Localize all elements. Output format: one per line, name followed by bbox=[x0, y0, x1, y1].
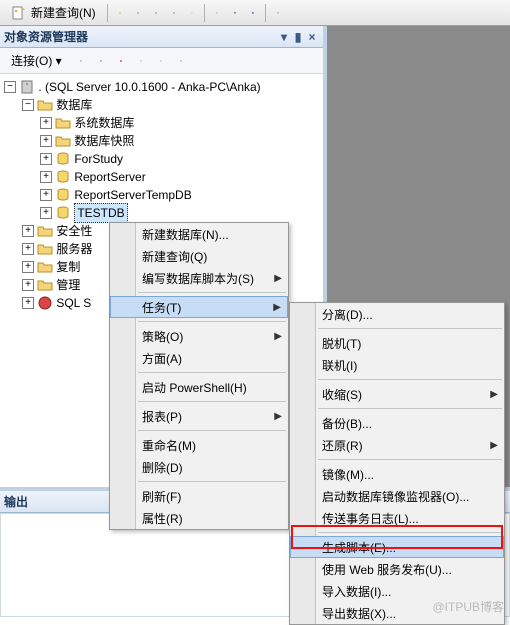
mi-detach[interactable]: 分离(D)... bbox=[290, 303, 504, 325]
object-explorer-title-bar: 对象资源管理器 ▾ ▮ × bbox=[0, 26, 323, 48]
collapse-icon[interactable]: − bbox=[22, 99, 34, 111]
mi-generate-scripts[interactable]: 生成脚本(E)... bbox=[290, 536, 504, 558]
mi-facets[interactable]: 方面(A) bbox=[110, 347, 288, 369]
chevron-right-icon: ▶ bbox=[490, 440, 498, 451]
databases-node[interactable]: − 数据库 bbox=[0, 96, 323, 114]
main-toolbar: 新建查询(N) bbox=[0, 0, 510, 26]
expand-icon[interactable]: + bbox=[22, 279, 34, 291]
expand-icon[interactable]: + bbox=[22, 297, 34, 309]
new-query-button[interactable]: 新建查询(N) bbox=[4, 1, 103, 24]
folder-icon bbox=[37, 223, 53, 239]
folder-icon bbox=[55, 133, 71, 149]
filter-icon[interactable] bbox=[133, 53, 149, 69]
database-icon bbox=[55, 205, 71, 221]
server-node[interactable]: − . (SQL Server 10.0.1600 - Anka-PC\Anka… bbox=[0, 78, 323, 96]
snapshots-node[interactable]: + 数据库快照 bbox=[0, 132, 323, 150]
doc-icon[interactable] bbox=[184, 5, 200, 21]
open-folder-icon[interactable] bbox=[209, 5, 225, 21]
mi-ship-logs[interactable]: 传送事务日志(L)... bbox=[290, 507, 504, 529]
mi-refresh[interactable]: 刷新(F) bbox=[110, 485, 288, 507]
object-explorer-title: 对象资源管理器 bbox=[4, 28, 88, 45]
server-icon bbox=[19, 79, 35, 95]
mi-properties[interactable]: 属性(R) bbox=[110, 507, 288, 529]
mi-new-database[interactable]: 新建数据库(N)... bbox=[110, 223, 288, 245]
folder-icon bbox=[55, 115, 71, 131]
chevron-right-icon: ▶ bbox=[274, 331, 282, 342]
mi-mirror[interactable]: 镜像(M)... bbox=[290, 463, 504, 485]
expand-icon[interactable]: + bbox=[22, 261, 34, 273]
registered-servers-icon[interactable] bbox=[173, 53, 189, 69]
watermark: @ITPUB博客 bbox=[432, 598, 504, 615]
expand-icon[interactable]: + bbox=[22, 243, 34, 255]
chevron-right-icon: ▶ bbox=[274, 411, 282, 422]
forstudy-node[interactable]: + ForStudy bbox=[0, 150, 323, 168]
refresh-icon[interactable] bbox=[153, 53, 169, 69]
connect-server-icon[interactable] bbox=[73, 53, 89, 69]
mi-backup[interactable]: 备份(B)... bbox=[290, 412, 504, 434]
database-icon bbox=[55, 187, 71, 203]
folder-icon bbox=[37, 259, 53, 275]
agent-icon bbox=[37, 295, 53, 311]
cube-blue-icon[interactable] bbox=[148, 5, 164, 21]
folder-icon bbox=[37, 277, 53, 293]
sparkle-doc-icon bbox=[11, 5, 27, 21]
mi-delete[interactable]: 删除(D) bbox=[110, 456, 288, 478]
activity-monitor-icon[interactable] bbox=[270, 5, 286, 21]
chevron-right-icon: ▶ bbox=[273, 302, 281, 313]
folder-icon bbox=[37, 97, 53, 113]
mi-new-query[interactable]: 新建查询(Q) bbox=[110, 245, 288, 267]
reportservertemp-node[interactable]: + ReportServerTempDB bbox=[0, 186, 323, 204]
chevron-right-icon: ▶ bbox=[274, 273, 282, 284]
save-icon[interactable] bbox=[227, 5, 243, 21]
expand-icon[interactable]: + bbox=[40, 189, 52, 201]
database-icon bbox=[55, 169, 71, 185]
mi-reports[interactable]: 报表(P)▶ bbox=[110, 405, 288, 427]
save-all-icon[interactable] bbox=[245, 5, 261, 21]
collapse-icon[interactable]: − bbox=[4, 81, 16, 93]
sysdb-node[interactable]: + 系统数据库 bbox=[0, 114, 323, 132]
disconnect-icon[interactable] bbox=[93, 53, 109, 69]
pin-icon[interactable]: ▮ bbox=[291, 30, 305, 44]
mi-rename[interactable]: 重命名(M) bbox=[110, 434, 288, 456]
dropdown-icon[interactable]: ▾ bbox=[277, 30, 291, 44]
mi-powershell[interactable]: 启动 PowerShell(H) bbox=[110, 376, 288, 398]
expand-icon[interactable]: + bbox=[40, 153, 52, 165]
mi-publish-web[interactable]: 使用 Web 服务发布(U)... bbox=[290, 558, 504, 580]
mi-script-db-as[interactable]: 编写数据库脚本为(S)▶ bbox=[110, 267, 288, 289]
cube-purple-icon[interactable] bbox=[166, 5, 182, 21]
database-icon bbox=[55, 151, 71, 167]
connect-button[interactable]: 连接(O) ▾ bbox=[4, 49, 69, 72]
expand-icon[interactable]: + bbox=[40, 135, 52, 147]
chevron-right-icon: ▶ bbox=[490, 389, 498, 400]
mi-policies[interactable]: 策略(O)▶ bbox=[110, 325, 288, 347]
folder-icon bbox=[37, 241, 53, 257]
expand-icon[interactable]: + bbox=[40, 207, 52, 219]
expand-icon[interactable]: + bbox=[40, 171, 52, 183]
tasks-submenu: 分离(D)... 脱机(T) 联机(I) 收缩(S)▶ 备份(B)... 还原(… bbox=[289, 302, 505, 625]
reportserver-node[interactable]: + ReportServer bbox=[0, 168, 323, 186]
output-title: 输出 bbox=[4, 493, 28, 510]
new-query-label: 新建查询(N) bbox=[31, 4, 96, 21]
expand-icon[interactable]: + bbox=[22, 225, 34, 237]
expand-icon[interactable]: + bbox=[40, 117, 52, 129]
mi-offline[interactable]: 脱机(T) bbox=[290, 332, 504, 354]
mi-launch-monitor[interactable]: 启动数据库镜像监视器(O)... bbox=[290, 485, 504, 507]
cube-green-icon[interactable] bbox=[130, 5, 146, 21]
stop-icon[interactable] bbox=[113, 53, 129, 69]
close-icon[interactable]: × bbox=[305, 30, 319, 44]
mi-tasks[interactable]: 任务(T)▶ bbox=[110, 296, 288, 318]
testdb-node[interactable]: + TESTDB bbox=[0, 204, 323, 222]
db-icon[interactable] bbox=[112, 5, 128, 21]
database-context-menu: 新建数据库(N)... 新建查询(Q) 编写数据库脚本为(S)▶ 任务(T)▶ … bbox=[109, 222, 289, 530]
mi-restore[interactable]: 还原(R)▶ bbox=[290, 434, 504, 456]
connect-toolbar: 连接(O) ▾ bbox=[0, 48, 323, 74]
mi-online[interactable]: 联机(I) bbox=[290, 354, 504, 376]
mi-shrink[interactable]: 收缩(S)▶ bbox=[290, 383, 504, 405]
